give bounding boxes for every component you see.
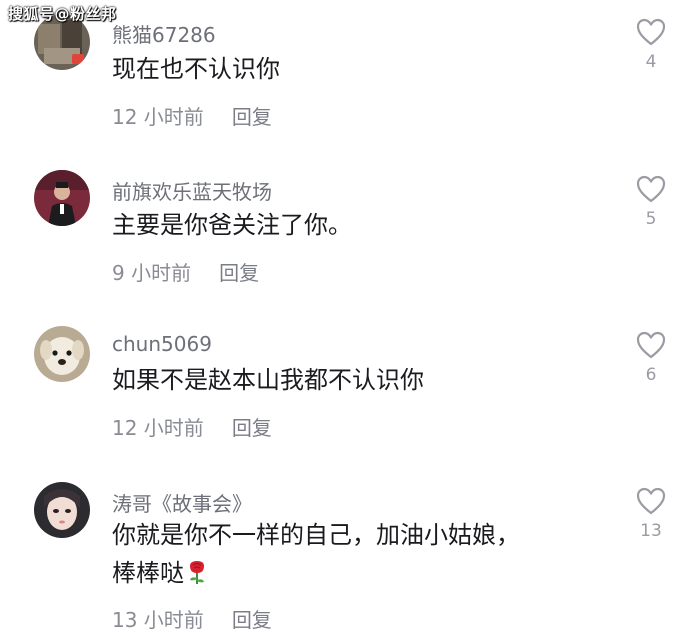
reply-button[interactable]: 回复 (219, 257, 259, 286)
avatar[interactable] (34, 482, 90, 538)
timestamp: 12 小时前 (112, 105, 204, 129)
comment-text: 主要是你爸关注了你。 (112, 211, 352, 239)
username[interactable]: 熊猫67286 (112, 19, 216, 48)
heart-icon (636, 487, 666, 515)
heart-icon (636, 331, 666, 359)
username[interactable]: chun5069 (112, 332, 212, 356)
like-button[interactable]: 13 (634, 487, 668, 541)
watermark: 搜狐号@粉丝邦 (8, 5, 117, 23)
rose-icon (190, 561, 204, 584)
like-button[interactable]: 6 (634, 331, 668, 385)
reply-button[interactable]: 回复 (232, 604, 272, 633)
like-count: 6 (645, 365, 657, 385)
avatar-image-2 (34, 170, 90, 226)
comment-text: 如果不是赵本山我都不认识你 (112, 366, 424, 394)
username[interactable]: 涛哥《故事会》 (112, 488, 252, 517)
comment-text: 现在也不认识你 (112, 55, 280, 83)
avatar-image-4 (34, 482, 90, 538)
heart-icon (636, 175, 666, 203)
reply-button[interactable]: 回复 (232, 101, 272, 130)
reply-button[interactable]: 回复 (232, 412, 272, 441)
like-count: 13 (640, 521, 662, 541)
comment-meta: 12 小时前 回复 (112, 412, 272, 441)
like-count: 5 (645, 209, 657, 229)
timestamp: 12 小时前 (112, 416, 204, 440)
comment-text-continued: 棒棒哒 (112, 559, 184, 587)
timestamp: 13 小时前 (112, 608, 204, 632)
avatar[interactable] (34, 326, 90, 382)
timestamp: 9 小时前 (112, 261, 192, 285)
like-button[interactable]: 5 (634, 175, 668, 229)
comment-text: 你就是你不一样的自己，加油小姑娘， (112, 521, 520, 549)
like-button[interactable]: 4 (634, 18, 668, 72)
username[interactable]: 前旗欢乐蓝天牧场 (112, 176, 272, 205)
comment-meta: 13 小时前 回复 (112, 604, 272, 633)
comment-meta: 9 小时前 回复 (112, 257, 259, 286)
avatar[interactable] (34, 170, 90, 226)
avatar-image-3 (34, 326, 90, 382)
heart-icon (636, 18, 666, 46)
comment-text-line-2: 棒棒哒 (112, 554, 208, 592)
like-count: 4 (645, 52, 657, 72)
comment-meta: 12 小时前 回复 (112, 101, 272, 130)
